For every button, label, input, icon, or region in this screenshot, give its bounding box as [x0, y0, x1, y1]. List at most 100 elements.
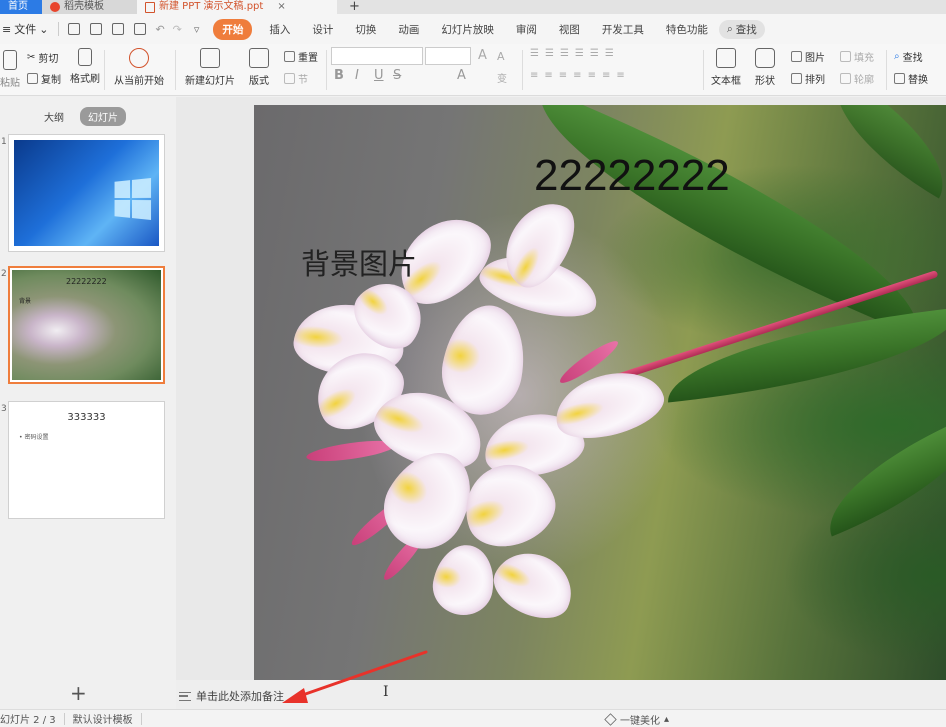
tab-review[interactable]: 审阅: [505, 22, 548, 37]
print-icon[interactable]: [112, 23, 125, 35]
cut-button[interactable]: ✂ 剪切: [27, 50, 58, 65]
tab-design[interactable]: 设计: [301, 22, 344, 37]
reset-button[interactable]: 重置: [284, 49, 318, 64]
add-slide-icon[interactable]: +: [70, 681, 87, 705]
arrange-button[interactable]: 排列: [791, 71, 825, 86]
paste-button[interactable]: 粘贴: [0, 50, 20, 89]
textbox-button[interactable]: 文本框: [711, 48, 741, 87]
customize-icon[interactable]: ▿: [194, 23, 200, 36]
tab-document[interactable]: 新建 PPT 演示文稿.ppt ×: [137, 0, 337, 14]
format-painter-button[interactable]: 格式刷: [70, 48, 100, 85]
export-icon[interactable]: [90, 23, 103, 35]
numbered-list-icon[interactable]: ☰: [545, 48, 554, 59]
slide-number: 2: [1, 269, 7, 279]
section-icon: [284, 73, 295, 84]
distribute-icon[interactable]: ≡: [588, 70, 596, 81]
fill-label: 填充: [854, 53, 874, 64]
file-menu[interactable]: ≡ 文件 ⌄: [0, 21, 54, 37]
save-icon[interactable]: [68, 23, 81, 35]
outline-button[interactable]: 轮廓: [840, 71, 874, 86]
design-template-label[interactable]: 默认设计模板: [73, 711, 141, 726]
align-center-icon[interactable]: ≡: [544, 70, 552, 81]
italic-button[interactable]: I: [355, 68, 359, 83]
font-color-button[interactable]: A: [457, 68, 466, 83]
align-right-icon[interactable]: ≡: [559, 70, 567, 81]
find-button[interactable]: ⌕ 查找: [894, 49, 923, 64]
replace-button[interactable]: 替换: [894, 71, 928, 86]
tab-outline[interactable]: 大纲: [36, 107, 72, 126]
search-label: 查找: [735, 23, 757, 36]
shape-button[interactable]: 形状: [755, 48, 775, 87]
slide-text-number[interactable]: 22222222: [534, 151, 730, 201]
fill-button[interactable]: 填充: [840, 49, 874, 64]
bold-button[interactable]: B: [334, 68, 344, 83]
tab-slideshow[interactable]: 幻灯片放映: [430, 22, 505, 37]
tab-developer[interactable]: 开发工具: [591, 22, 655, 37]
tab-template[interactable]: 稻壳模板: [42, 0, 137, 14]
redo-icon[interactable]: ↷: [173, 23, 182, 36]
picture-button[interactable]: 图片: [791, 49, 825, 64]
font-size-select[interactable]: [425, 47, 471, 65]
outline-label: 轮廓: [854, 75, 874, 86]
slide-number: 3: [1, 404, 7, 414]
tab-special-features[interactable]: 特色功能: [655, 22, 719, 37]
new-slide-button[interactable]: 新建幻灯片: [185, 48, 235, 87]
menu-lines-icon: ≡: [2, 22, 12, 36]
justify-icon[interactable]: ≡: [573, 70, 581, 81]
slide-number: 1: [1, 137, 7, 147]
tab-home[interactable]: 首页: [0, 0, 42, 14]
divider: [58, 22, 60, 36]
slide-thumbnail-2[interactable]: 22222222 背景: [8, 266, 165, 384]
indent-increase-icon[interactable]: ☰: [575, 48, 584, 59]
change-case-button[interactable]: 变: [497, 70, 507, 85]
strikethrough-button[interactable]: S: [393, 68, 401, 83]
paste-label: 粘贴: [0, 78, 20, 89]
bullet-list-icon[interactable]: ☰: [530, 48, 539, 59]
columns-icon[interactable]: ≡: [602, 70, 610, 81]
undo-icon[interactable]: ↶: [155, 23, 164, 36]
tab-slides[interactable]: 幻灯片: [80, 107, 126, 126]
slide-text-background-image[interactable]: 背景图片: [301, 241, 417, 283]
text-direction-icon[interactable]: ☰: [605, 48, 614, 59]
one-click-beautify-button[interactable]: 一键美化 ▴: [604, 712, 670, 727]
thumb-text: 22222222: [66, 277, 107, 286]
tab-transitions[interactable]: 切换: [344, 22, 387, 37]
tab-view[interactable]: 视图: [548, 22, 591, 37]
new-tab-icon[interactable]: +: [349, 0, 360, 14]
tab-home-ribbon[interactable]: 开始: [213, 18, 253, 40]
copy-button[interactable]: 复制: [27, 71, 61, 86]
shape-icon: [755, 48, 775, 68]
notes-label: 单击此处添加备注: [196, 690, 284, 703]
play-from-current-button[interactable]: 从当前开始: [114, 48, 164, 87]
align-left-icon[interactable]: ≡: [530, 70, 538, 81]
notes-pane[interactable]: 单击此处添加备注 I: [176, 680, 946, 709]
indent-decrease-icon[interactable]: ☰: [560, 48, 569, 59]
divider: [140, 712, 142, 725]
line-spacing-icon[interactable]: ☰: [590, 48, 599, 59]
caret-up-icon: ▴: [664, 714, 670, 725]
print-preview-icon[interactable]: [134, 23, 147, 35]
layout-button[interactable]: 版式: [249, 48, 269, 87]
vertical-align-icon[interactable]: ≡: [616, 70, 624, 81]
tab-animations[interactable]: 动画: [387, 22, 430, 37]
slide-thumbnail-1[interactable]: [8, 134, 165, 252]
copy-icon: [27, 73, 38, 84]
cut-label: 剪切: [38, 54, 59, 65]
notes-placeholder[interactable]: 单击此处添加备注: [179, 688, 284, 704]
underline-button[interactable]: U: [374, 68, 384, 83]
petal-shape: [428, 540, 500, 620]
play-icon: [129, 48, 149, 68]
ppt-file-icon: [145, 1, 155, 13]
divider: [104, 50, 105, 90]
slide-thumbnail-3[interactable]: 333333 • 密码设置: [8, 401, 165, 519]
search-button[interactable]: ⌕ 查找: [718, 19, 765, 39]
current-slide[interactable]: 22222222 背景图片: [254, 105, 946, 680]
close-tab-icon[interactable]: ×: [277, 0, 285, 14]
flower-image: [12, 270, 161, 380]
status-bar: 幻灯片 2 / 3 默认设计模板 一键美化 ▴: [0, 709, 946, 727]
font-shrink-icon[interactable]: A: [497, 50, 505, 63]
section-button[interactable]: 节: [284, 71, 308, 86]
font-family-select[interactable]: [331, 47, 423, 65]
font-grow-icon[interactable]: A: [478, 48, 487, 63]
tab-insert[interactable]: 插入: [258, 22, 301, 37]
